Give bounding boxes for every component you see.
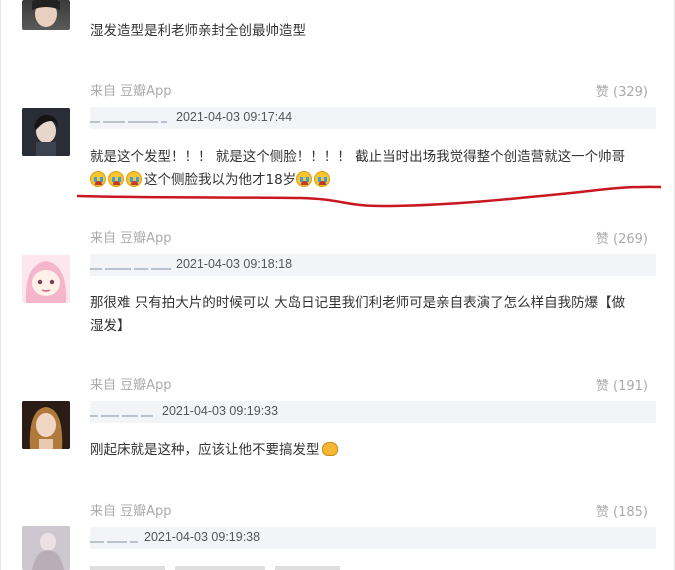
comment-text-line: 湿发】	[90, 318, 131, 334]
username-redacted[interactable]	[90, 405, 156, 419]
annotation-underline	[76, 185, 662, 208]
comment-meta: 2021-04-03 09:18:18	[90, 254, 656, 276]
comment-text-cutoff	[90, 566, 340, 570]
like-button[interactable]: 赞 (269)	[596, 228, 648, 247]
comment-meta: 2021-04-03 09:19:33	[90, 401, 656, 423]
comment-source: 来自 豆瓣App	[90, 504, 172, 519]
comment-text-line: 那很难 只有拍大片的时候可以 大岛日记里我们利老师可是亲自表演了怎么样自我防爆【…	[90, 295, 626, 311]
comment-time: 2021-04-03 09:18:18	[176, 257, 293, 271]
comment-source: 来自 豆瓣App	[90, 378, 172, 393]
avatar[interactable]	[22, 401, 70, 449]
comment-time: 2021-04-03 09:19:33	[162, 404, 279, 418]
comment-time: 2021-04-03 09:19:38	[144, 530, 261, 544]
comment-meta: 2021-04-03 09:19:38	[90, 527, 656, 549]
comment-list: 湿发造型是利老师亲封全创最帅造型 来自 豆瓣App 赞 (329) 2021-0…	[0, 0, 675, 570]
comment-source: 来自 豆瓣App	[90, 231, 172, 246]
like-button[interactable]: 赞 (191)	[596, 375, 648, 394]
fist-emoji-icon	[321, 442, 338, 456]
avatar[interactable]	[22, 255, 70, 303]
like-button[interactable]: 赞 (185)	[596, 501, 648, 520]
username-redacted[interactable]	[90, 258, 174, 272]
username-redacted[interactable]	[90, 531, 141, 545]
comment-text: 那很难 只有拍大片的时候可以 大岛日记里我们利老师可是亲自表演了怎么样自我防爆【…	[90, 292, 625, 338]
comment-text-fragment: 刚起床就是这种，应该让他不要搞发型	[90, 442, 320, 458]
avatar[interactable]	[22, 526, 70, 570]
comment-text: 刚起床就是这种，应该让他不要搞发型	[90, 439, 338, 462]
